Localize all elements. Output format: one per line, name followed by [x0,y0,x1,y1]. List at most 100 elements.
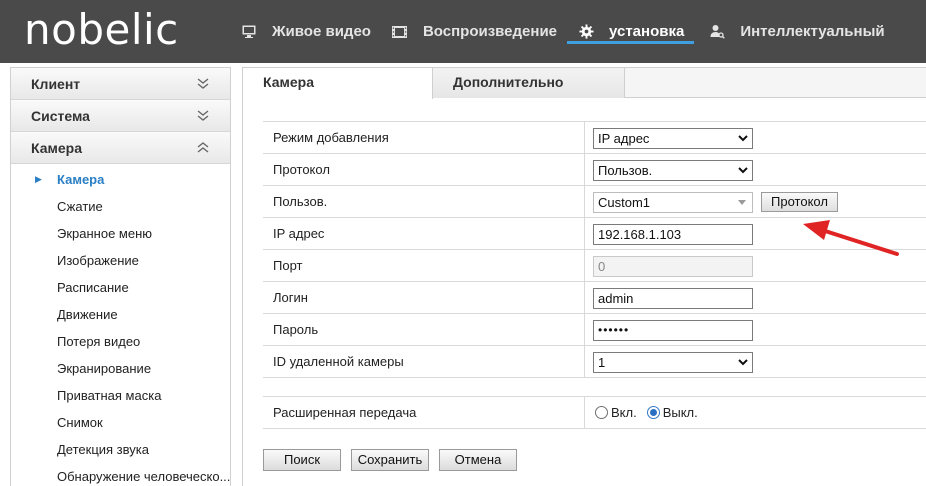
row-protocol: Протокол Пользов. [263,154,926,186]
monitor-icon [240,23,258,41]
sidebar-item-label: Обнаружение человеческо... [57,469,230,484]
sidebar-section-label: Система [31,107,90,124]
ip-label: IP адрес [263,218,585,249]
tab-camera[interactable]: Камера [243,68,433,99]
add-mode-select[interactable]: IP адрес [593,128,753,149]
protocol-select[interactable]: Пользов. [593,160,753,181]
row-custom: Пользов. Custom1 Протокол [263,186,926,218]
sidebar-item-compression[interactable]: Сжатие [11,193,230,220]
nav-intelligent[interactable]: Интеллектуальный [694,0,894,63]
extended-off-radio[interactable] [646,406,660,419]
nav-setup[interactable]: установка [567,0,695,63]
custom-label: Пользов. [263,186,585,217]
sidebar-item-video-loss[interactable]: Потеря видео [11,328,230,355]
sidebar-item-label: Камера [57,172,105,187]
row-ip: IP адрес 192.168.1.103 [263,218,926,250]
ip-input[interactable]: 192.168.1.103 [593,224,753,245]
sidebar-item-human-detection[interactable]: Обнаружение человеческо... [11,463,230,486]
custom-select[interactable]: Custom1 [593,192,753,213]
sidebar-camera-list: ▶ Камера Сжатие Экранное меню Изображение… [11,164,230,486]
custom-value: Custom1 [598,195,651,210]
sidebar-item-image[interactable]: Изображение [11,247,230,274]
add-mode-label: Режим добавления [263,122,585,153]
sidebar-item-label: Расписание [57,280,129,295]
sidebar-item-label: Снимок [57,415,103,430]
extended-on-label: Вкл. [611,405,637,420]
nav-setup-label: установка [609,23,685,40]
sidebar-section-client[interactable]: Клиент [11,68,230,100]
row-port: Порт 0 [263,250,926,282]
sidebar-item-schedule[interactable]: Расписание [11,274,230,301]
sidebar-item-tampering[interactable]: Экранирование [11,355,230,382]
extended-label: Расширенная передача [263,397,585,428]
sidebar-item-label: Экранирование [57,361,152,376]
port-input[interactable]: 0 [593,256,753,277]
sidebar-item-osd[interactable]: Экранное меню [11,220,230,247]
protocol-button[interactable]: Протокол [761,192,838,212]
protocol-value: Пользов. [598,163,653,178]
password-input[interactable]: •••••• [593,320,753,341]
sidebar-section-label: Камера [31,139,82,156]
tab-bar: Камера Дополнительно [243,68,926,99]
remote-id-label: ID удаленной камеры [263,346,585,377]
user-search-icon [708,23,726,41]
chevron-down-icon [197,77,209,89]
nav-intelligent-label: Интеллектуальный [740,23,885,40]
protocol-label: Протокол [263,154,585,185]
row-password: Пароль •••••• [263,314,926,346]
save-button[interactable]: Сохранить [351,449,429,471]
top-bar: nobelic Живое видео Воспроизведение уста… [0,0,926,63]
row-remote-id: ID удаленной камеры 1 [263,346,926,378]
main-panel: Камера Дополнительно Режим добавления IP… [242,67,926,486]
sidebar-item-label: Детекция звука [57,442,149,457]
tab-advanced[interactable]: Дополнительно [433,68,625,98]
main-nav: Живое видео Воспроизведение установка Ин… [232,0,895,63]
row-extended: Расширенная передача Вкл. Выкл. [263,397,926,429]
remote-id-value: 1 [598,355,606,370]
sidebar-item-label: Сжатие [57,199,103,214]
caret-right-icon: ▶ [35,174,42,184]
sidebar-item-snapshot[interactable]: Снимок [11,409,230,436]
extended-on-radio[interactable] [595,406,608,419]
triangle-down-icon [738,200,746,205]
extended-off-label: Выкл. [662,405,698,420]
sidebar-item-label: Движение [57,307,118,322]
chevron-down-icon [738,359,748,366]
camera-settings-form: Режим добавления IP адрес Протокол Польз… [263,121,926,378]
sidebar-item-label: Экранное меню [57,226,153,241]
nav-live-video[interactable]: Живое видео [232,0,381,63]
nav-playback[interactable]: Воспроизведение [381,0,567,63]
brand-logo: nobelic [24,5,179,54]
gear-icon [577,23,595,41]
action-bar: Поиск Сохранить Отмена [263,449,527,471]
chevron-down-icon [197,109,209,121]
nav-playback-label: Воспроизведение [422,23,558,40]
chevron-down-icon [738,167,748,174]
add-mode-value: IP адрес [598,131,650,146]
sidebar-item-label: Изображение [57,253,139,268]
sidebar: Клиент Система Камера ▶ Камера Сжатие Экр… [10,67,231,486]
sidebar-item-camera[interactable]: ▶ Камера [11,166,230,193]
remote-id-select[interactable]: 1 [593,352,753,373]
password-label: Пароль [263,314,585,345]
chevron-up-icon [197,141,209,153]
sidebar-item-privacy-mask[interactable]: Приватная маска [11,382,230,409]
film-icon [391,23,409,41]
port-label: Порт [263,250,585,281]
cancel-button[interactable]: Отмена [439,449,517,471]
extended-transfer-form: Расширенная передача Вкл. Выкл. [263,396,926,429]
login-input[interactable]: admin [593,288,753,309]
sidebar-item-motion[interactable]: Движение [11,301,230,328]
nav-live-video-label: Живое видео [272,23,371,40]
row-login: Логин admin [263,282,926,314]
search-button[interactable]: Поиск [263,449,341,471]
sidebar-section-system[interactable]: Система [11,100,230,132]
app-root: nobelic Живое видео Воспроизведение уста… [0,0,926,486]
sidebar-item-label: Приватная маска [57,388,162,403]
login-label: Логин [263,282,585,313]
sidebar-section-camera[interactable]: Камера [11,132,230,164]
extended-radio-group: Вкл. Выкл. [595,405,708,420]
row-add-mode: Режим добавления IP адрес [263,122,926,154]
sidebar-item-audio-detection[interactable]: Детекция звука [11,436,230,463]
chevron-down-icon [738,135,748,142]
